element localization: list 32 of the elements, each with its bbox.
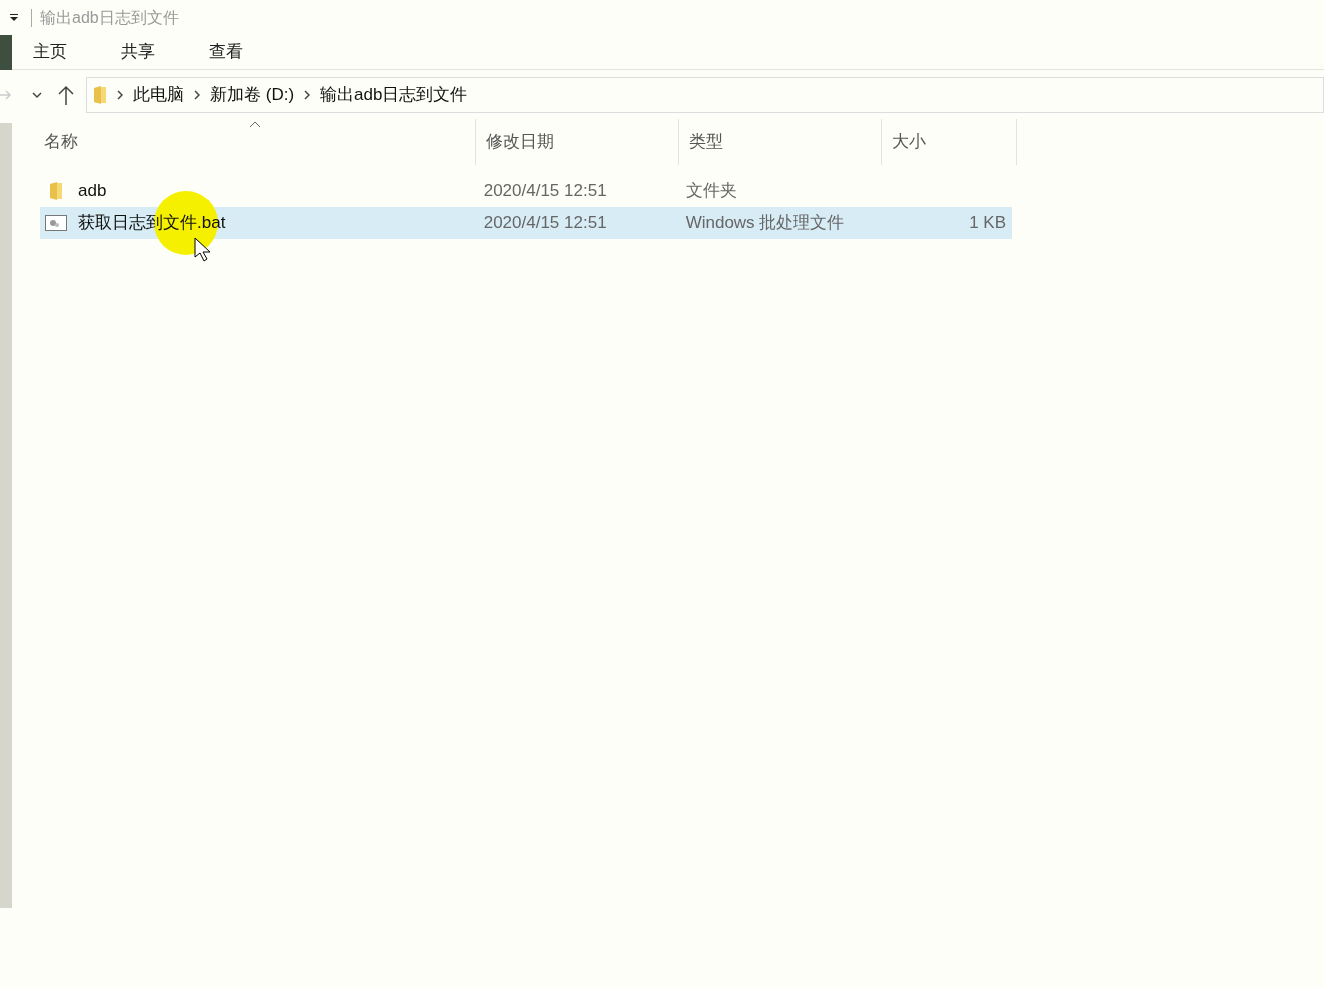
folder-icon (49, 182, 63, 200)
date-cell: 2020/4/15 12:51 (483, 213, 607, 233)
gear-file-icon (45, 215, 67, 231)
ribbon-tab[interactable]: 查看 (197, 36, 255, 68)
address-bar[interactable]: 此电脑 新加卷 (D:) 输出adb日志到文件 (86, 76, 1324, 113)
file-name: adb (78, 180, 107, 203)
column-header[interactable]: 名称 (40, 119, 476, 165)
column-header[interactable]: 类型 (679, 119, 882, 165)
chevron-down-icon[interactable] (32, 90, 42, 99)
breadcrumb-item[interactable]: 新加卷 (D:) (210, 81, 295, 108)
file-row[interactable]: adb 2020/4/15 12:51 文件夹 (40, 175, 1012, 207)
breadcrumb-item[interactable]: 输出adb日志到文件 (320, 81, 468, 108)
breadcrumb-item[interactable]: 此电脑 (133, 81, 184, 108)
column-header[interactable]: 大小 (882, 119, 1017, 165)
scrollbar[interactable] (0, 123, 12, 908)
ribbon-tab[interactable]: 主页 (21, 36, 79, 68)
mouse-pointer-icon (194, 237, 212, 263)
size-cell-text: 1 KB (969, 212, 1006, 235)
ribbon-tab[interactable]: 共享 (109, 36, 167, 68)
sort-up-icon[interactable] (249, 121, 261, 128)
type-cell: 文件夹 (685, 181, 737, 201)
folder-icon (93, 85, 107, 104)
dropdown-icon[interactable] (9, 13, 19, 22)
chevron-right-icon[interactable] (194, 89, 200, 100)
column-header[interactable]: 修改日期 (476, 119, 679, 165)
file-tab-strip[interactable] (0, 34, 12, 70)
chevron-right-icon[interactable] (304, 89, 311, 100)
up-arrow-icon[interactable] (58, 84, 74, 105)
window-title: 输出adb日志到文件 (40, 7, 179, 28)
date-cell: 2020/4/15 12:51 (483, 181, 607, 201)
type-cell: Windows 批处理文件 (685, 213, 845, 233)
chevron-right-icon[interactable] (117, 89, 123, 100)
